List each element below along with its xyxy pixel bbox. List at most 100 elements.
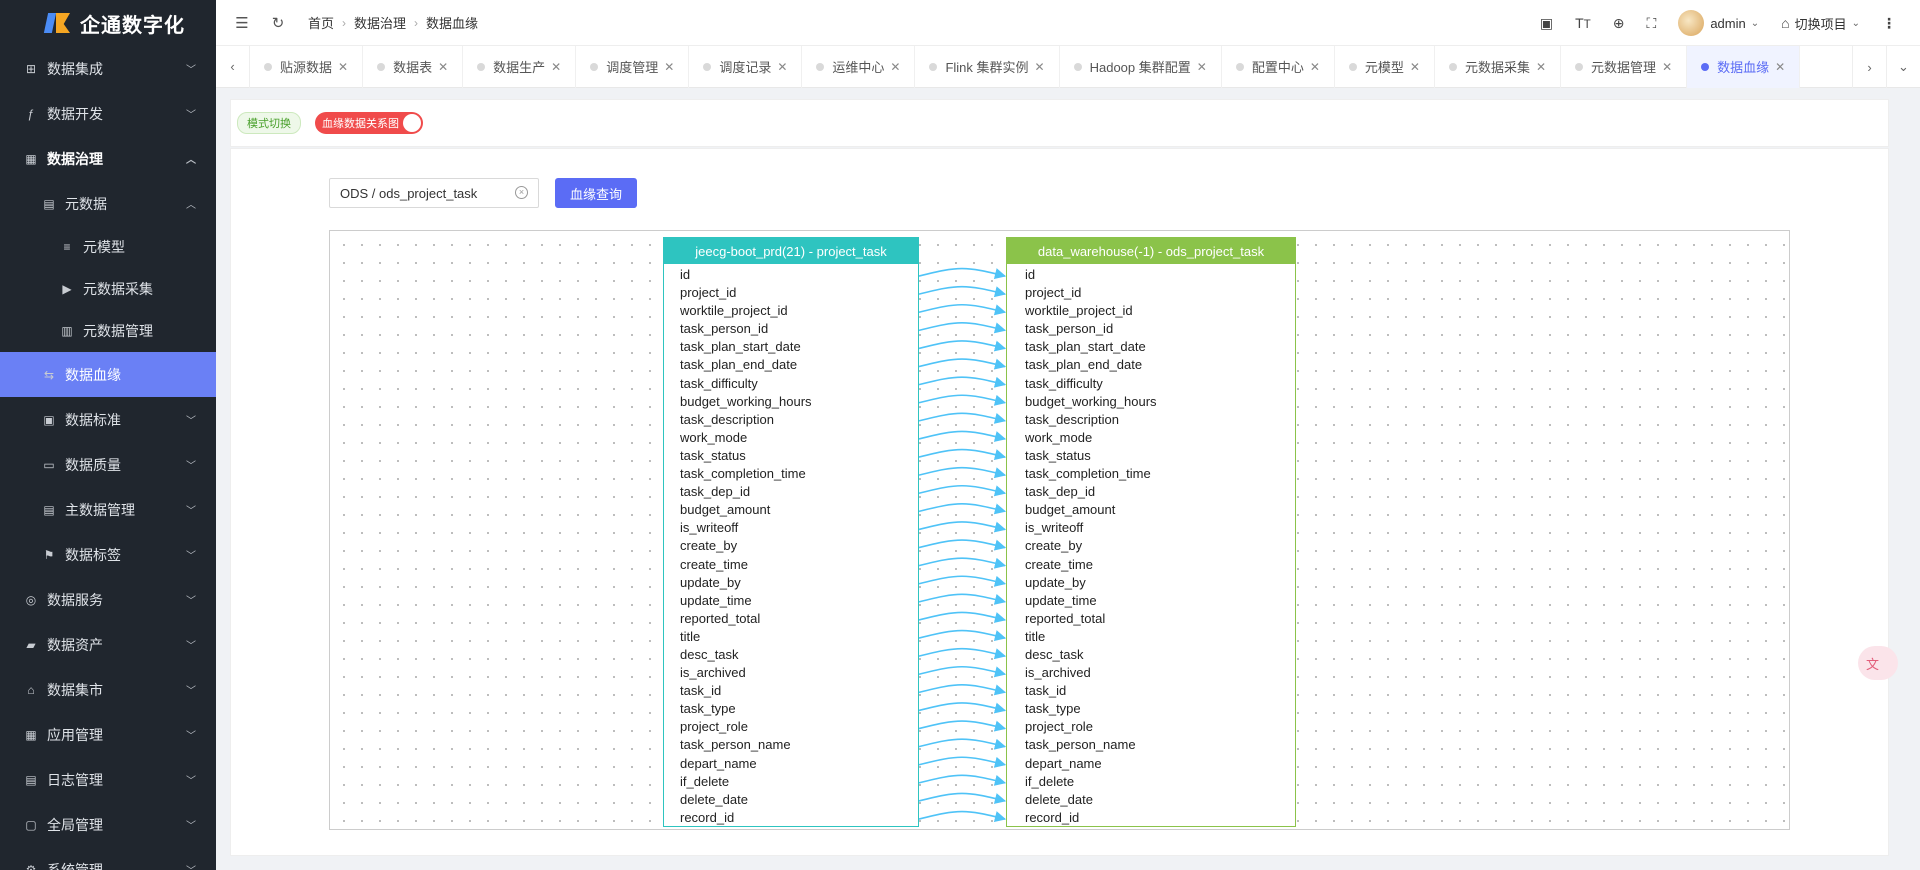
clear-icon[interactable]: ×: [515, 186, 528, 199]
tab[interactable]: 运维中心 ✕: [802, 45, 916, 88]
sidebar-item[interactable]: ▢ 全局管理 ﹀: [0, 802, 216, 847]
field-row[interactable]: task_dep_id: [664, 483, 918, 501]
sidebar-item[interactable]: ≡ 元模型: [0, 226, 216, 268]
logo[interactable]: 企通数字化: [0, 0, 216, 46]
close-icon[interactable]: ✕: [777, 60, 787, 74]
field-row[interactable]: work_mode: [664, 429, 918, 447]
field-row[interactable]: task_plan_start_date: [664, 338, 918, 356]
field-row[interactable]: budget_working_hours: [664, 393, 918, 411]
tab[interactable]: Flink 集群实例 ✕: [915, 45, 1060, 88]
field-row[interactable]: task_id: [664, 682, 918, 700]
sidebar-item[interactable]: ▥ 元数据管理: [0, 310, 216, 352]
sidebar-item[interactable]: ƒ 数据开发 ﹀: [0, 91, 216, 136]
field-row[interactable]: task_difficulty: [1007, 375, 1295, 393]
close-icon[interactable]: ✕: [338, 60, 348, 74]
field-row[interactable]: update_time: [664, 592, 918, 610]
field-row[interactable]: is_writeoff: [1007, 519, 1295, 537]
field-row[interactable]: delete_date: [1007, 791, 1295, 809]
field-row[interactable]: reported_total: [664, 610, 918, 628]
tab-menu-icon[interactable]: ⌄: [1886, 46, 1920, 88]
field-row[interactable]: create_time: [664, 556, 918, 574]
tab[interactable]: Hadoop 集群配置 ✕: [1060, 45, 1222, 88]
field-row[interactable]: record_id: [664, 809, 918, 827]
sidebar-item[interactable]: ▤ 主数据管理 ﹀: [0, 487, 216, 532]
sidebar-item[interactable]: ▣ 数据标准 ﹀: [0, 397, 216, 442]
field-row[interactable]: id: [1007, 266, 1295, 284]
field-row[interactable]: budget_amount: [1007, 501, 1295, 519]
sidebar-item[interactable]: ▦ 数据治理 ︿: [0, 136, 216, 181]
field-row[interactable]: desc_task: [1007, 646, 1295, 664]
field-row[interactable]: worktile_project_id: [664, 302, 918, 320]
field-row[interactable]: record_id: [1007, 809, 1295, 827]
tab[interactable]: 元模型 ✕: [1335, 45, 1435, 88]
tab[interactable]: 贴源数据 ✕: [250, 45, 364, 88]
image-search-icon[interactable]: ▣: [1540, 15, 1553, 32]
close-icon[interactable]: ✕: [438, 60, 448, 74]
language-icon[interactable]: ⊕: [1613, 15, 1625, 32]
close-icon[interactable]: ✕: [1310, 60, 1320, 74]
user-menu[interactable]: admin ⌄: [1678, 10, 1759, 36]
field-row[interactable]: title: [664, 628, 918, 646]
tab[interactable]: 配置中心 ✕: [1222, 45, 1335, 88]
field-row[interactable]: depart_name: [664, 755, 918, 773]
field-row[interactable]: project_role: [1007, 718, 1295, 736]
close-icon[interactable]: ✕: [1775, 60, 1785, 74]
field-row[interactable]: task_plan_start_date: [1007, 338, 1295, 356]
field-row[interactable]: task_dep_id: [1007, 483, 1295, 501]
sidebar-item[interactable]: ▶ 元数据采集: [0, 268, 216, 310]
field-row[interactable]: update_time: [1007, 592, 1295, 610]
field-row[interactable]: project_id: [1007, 284, 1295, 302]
field-row[interactable]: project_id: [664, 284, 918, 302]
switch-project-menu[interactable]: ⌂ 切换项目 ⌄: [1781, 14, 1860, 33]
field-row[interactable]: is_archived: [1007, 664, 1295, 682]
fullscreen-icon[interactable]: ⛶: [1647, 15, 1657, 32]
table-search-input[interactable]: ODS / ods_project_task ×: [329, 178, 539, 208]
tab[interactable]: 数据生产 ✕: [463, 45, 577, 88]
close-icon[interactable]: ✕: [551, 60, 561, 74]
field-row[interactable]: task_person_id: [664, 320, 918, 338]
tab[interactable]: 元数据采集 ✕: [1435, 45, 1562, 88]
field-row[interactable]: task_type: [1007, 700, 1295, 718]
tab[interactable]: 调度管理 ✕: [576, 45, 690, 88]
field-row[interactable]: task_person_id: [1007, 320, 1295, 338]
field-row[interactable]: budget_amount: [664, 501, 918, 519]
field-row[interactable]: update_by: [1007, 574, 1295, 592]
field-row[interactable]: create_by: [1007, 537, 1295, 555]
field-row[interactable]: task_status: [664, 447, 918, 465]
field-row[interactable]: is_archived: [664, 664, 918, 682]
close-icon[interactable]: ✕: [1662, 60, 1672, 74]
font-size-icon[interactable]: TT: [1575, 15, 1591, 31]
tab-scroll-left-icon[interactable]: ‹: [216, 45, 250, 88]
sidebar-item[interactable]: ▰ 数据资产 ﹀: [0, 622, 216, 667]
sidebar-item[interactable]: ▦ 应用管理 ﹀: [0, 712, 216, 757]
tab[interactable]: 元数据管理 ✕: [1561, 45, 1688, 88]
field-row[interactable]: delete_date: [664, 791, 918, 809]
field-row[interactable]: desc_task: [664, 646, 918, 664]
field-row[interactable]: id: [664, 266, 918, 284]
field-row[interactable]: project_role: [664, 718, 918, 736]
sidebar-item[interactable]: ⚙ 系统管理 ﹀: [0, 847, 216, 870]
source-table-node[interactable]: jeecg-boot_prd(21) - project_task id proj…: [663, 237, 919, 827]
close-icon[interactable]: ✕: [1197, 60, 1207, 74]
more-vertical-icon[interactable]: ⋮: [1882, 15, 1896, 32]
field-row[interactable]: task_status: [1007, 447, 1295, 465]
close-icon[interactable]: ✕: [664, 60, 674, 74]
tab-scroll-right-icon[interactable]: ›: [1852, 46, 1886, 88]
sidebar-item[interactable]: ▭ 数据质量 ﹀: [0, 442, 216, 487]
sidebar-item[interactable]: ◎ 数据服务 ﹀: [0, 577, 216, 622]
sidebar-item[interactable]: ⚑ 数据标签 ﹀: [0, 532, 216, 577]
field-row[interactable]: task_completion_time: [664, 465, 918, 483]
field-row[interactable]: worktile_project_id: [1007, 302, 1295, 320]
field-row[interactable]: task_id: [1007, 682, 1295, 700]
breadcrumb-governance[interactable]: 数据治理: [354, 13, 406, 32]
field-row[interactable]: task_plan_end_date: [1007, 356, 1295, 374]
menu-fold-icon[interactable]: ☰: [228, 14, 256, 32]
field-row[interactable]: depart_name: [1007, 755, 1295, 773]
sidebar-item[interactable]: ▤ 日志管理 ﹀: [0, 757, 216, 802]
lineage-graph-toggle[interactable]: 血缘数据关系图: [315, 112, 423, 134]
field-row[interactable]: task_plan_end_date: [664, 356, 918, 374]
field-row[interactable]: task_person_name: [1007, 736, 1295, 754]
sidebar-item[interactable]: ⇆ 数据血缘: [0, 352, 216, 397]
field-row[interactable]: task_description: [664, 411, 918, 429]
sidebar-item[interactable]: ⊞ 数据集成 ﹀: [0, 46, 216, 91]
